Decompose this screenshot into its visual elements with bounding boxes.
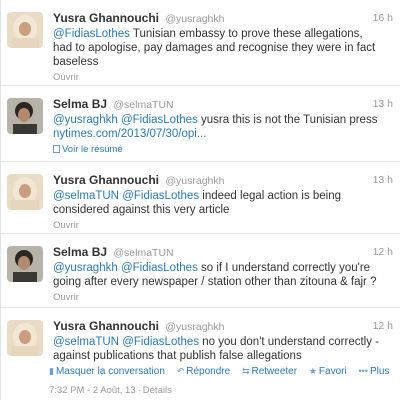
- tweet-actions-area: ▮ Masquer la conversation ↶ Répondre ⇆ Retw…: [49, 360, 397, 396]
- tweet-fullname[interactable]: Yusra Ghannouchi: [53, 11, 159, 25]
- tweet-username[interactable]: @yusraghkh: [165, 321, 224, 333]
- tweet-time[interactable]: 12 h: [373, 318, 393, 334]
- tweet-time[interactable]: 13 h: [373, 96, 393, 112]
- reply-button[interactable]: ↶ Répondre: [177, 366, 230, 377]
- hide-conversation-label: Masquer la conversation: [55, 366, 165, 377]
- reply-icon: ↶: [176, 366, 185, 376]
- tweet-username[interactable]: @selmaTUN: [113, 99, 173, 111]
- hide-conversation-button[interactable]: ▮ Masquer la conversation: [49, 366, 165, 377]
- reply-label: Répondre: [186, 366, 231, 377]
- mention-link[interactable]: @selmaTUN: [53, 190, 119, 202]
- tweet-item[interactable]: Yusra Ghannouchi @yusraghkh 16 h @Fidias…: [1, 0, 400, 86]
- tweet-username[interactable]: @yusraghkh: [165, 175, 224, 187]
- tweet-username[interactable]: @selmaTUN: [113, 247, 173, 259]
- url-link[interactable]: nytimes.com/2013/07/30/opi...: [53, 128, 206, 140]
- avatar[interactable]: [7, 320, 43, 356]
- tweet-text: @selmaTUN @FidiasLothes indeed legal act…: [53, 189, 393, 217]
- star-icon: ★: [308, 366, 317, 376]
- tweet-text-body: yusra this is not the Tunisian press: [197, 114, 378, 126]
- open-tweet-link[interactable]: Ouvrir: [53, 292, 393, 303]
- avatar[interactable]: [7, 12, 43, 48]
- tweet-fullname[interactable]: Selma BJ: [53, 245, 107, 259]
- avatar[interactable]: [7, 98, 43, 134]
- tweet-meta: 7:32 PM - 2 Août, 13 · Détails: [49, 385, 397, 396]
- retweet-button[interactable]: ⇆ Retweeter: [242, 366, 297, 377]
- tweet-time[interactable]: 12 h: [373, 244, 393, 260]
- more-button[interactable]: ••• Plus: [359, 366, 390, 377]
- mention-link[interactable]: @FidiasLothes: [122, 190, 199, 202]
- tweet-timestamp[interactable]: 7:32 PM - 2 Août, 13: [49, 385, 136, 396]
- mention-link[interactable]: @yusraghkh: [53, 262, 118, 274]
- meta-separator: ·: [137, 385, 141, 396]
- favorite-button[interactable]: ★ Favori: [309, 366, 347, 377]
- favorite-label: Favori: [318, 366, 347, 377]
- tweet-fullname[interactable]: Yusra Ghannouchi: [53, 173, 159, 187]
- avatar[interactable]: [7, 174, 43, 210]
- retweet-label: Retweeter: [251, 366, 298, 377]
- avatar[interactable]: [7, 246, 43, 282]
- mention-link[interactable]: @yusraghkh: [53, 114, 118, 126]
- tweet-username[interactable]: @yusraghkh: [165, 13, 224, 25]
- tweet-timeline: Yusra Ghannouchi @yusraghkh 16 h @Fidias…: [0, 0, 400, 400]
- mention-link[interactable]: @selmaTUN: [53, 336, 119, 348]
- tweet-text: @yusraghkh @FidiasLothes yusra this is n…: [53, 113, 393, 141]
- tweet-text: @selmaTUN @FidiasLothes no you don't und…: [53, 335, 393, 363]
- more-dots-icon: •••: [358, 366, 368, 376]
- tweet-actions: ▮ Masquer la conversation ↶ Répondre ⇆ Retw…: [49, 366, 397, 377]
- open-tweet-link[interactable]: Ouvrir: [53, 220, 393, 231]
- comments-icon: ▮: [49, 366, 54, 376]
- mention-link[interactable]: @FidiasLothes: [121, 114, 198, 126]
- mention-link[interactable]: @FidiasLothes: [121, 262, 198, 274]
- tweet-item-expanded[interactable]: Yusra Ghannouchi @yusraghkh 12 h @selmaT…: [1, 308, 400, 400]
- tweet-item[interactable]: Yusra Ghannouchi @yusraghkh 13 h @selmaT…: [1, 162, 400, 234]
- tweet-text: @yusraghkh @FidiasLothes so if I underst…: [53, 261, 393, 289]
- retweet-icon: ⇆: [241, 366, 250, 376]
- open-tweet-link[interactable]: Ouvrir: [53, 72, 393, 83]
- details-link[interactable]: Détails: [143, 385, 172, 396]
- tweet-time[interactable]: 16 h: [373, 10, 393, 26]
- view-summary-link[interactable]: Voir le résumé: [53, 144, 393, 155]
- tweet-item[interactable]: Selma BJ @selmaTUN 13 h @yusraghkh @Fidi…: [1, 86, 400, 162]
- tweet-fullname[interactable]: Yusra Ghannouchi: [53, 319, 159, 333]
- tweet-item[interactable]: Selma BJ @selmaTUN 12 h @yusraghkh @Fidi…: [1, 234, 400, 308]
- view-summary-label: Voir le résumé: [62, 144, 123, 155]
- mention-link[interactable]: @FidiasLothes: [122, 336, 199, 348]
- summary-icon: [53, 145, 60, 153]
- tweet-fullname[interactable]: Selma BJ: [53, 97, 107, 111]
- mention-link[interactable]: @FidiasLothes: [53, 28, 130, 40]
- more-label: Plus: [369, 366, 390, 377]
- tweet-text: @FidiasLothes Tunisian embassy to prove …: [53, 27, 393, 69]
- tweet-time[interactable]: 13 h: [373, 172, 393, 188]
